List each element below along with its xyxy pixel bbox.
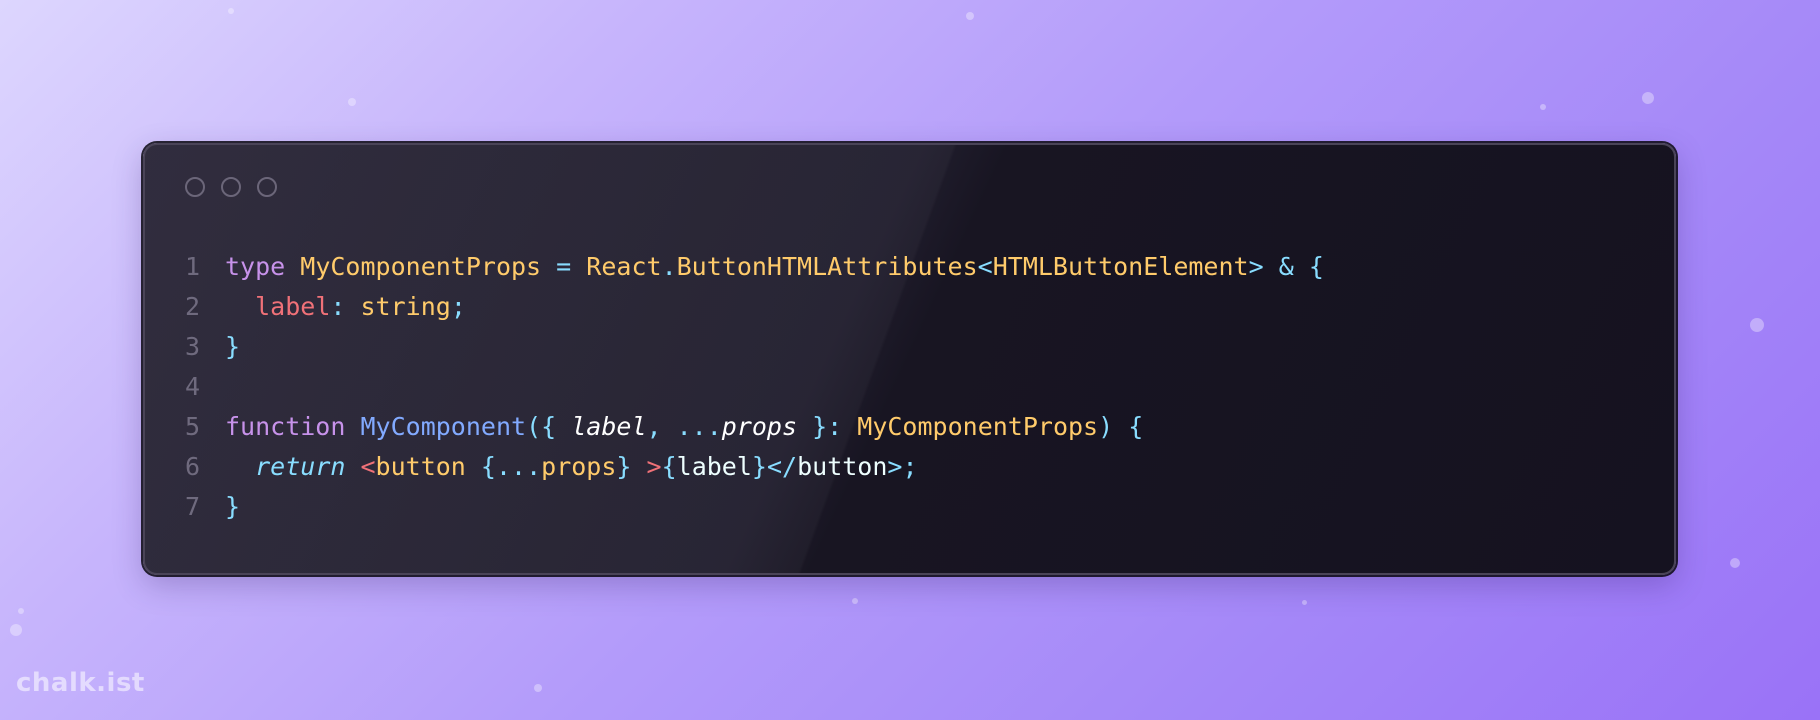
sparkle [852,598,858,604]
code-line: 5 function MyComponent({ label, ...props … [185,407,1324,447]
line-content: type MyComponentProps = React.ButtonHTML… [225,247,1324,287]
sparkle [534,684,542,692]
line-content: return <button {...props} >{label}</butt… [225,447,918,487]
code-token: = [556,252,572,281]
code-token: string [360,292,451,321]
code-token: HTMLButtonElement [992,252,1249,281]
code-token: ({ [526,412,557,441]
code-window: 1 type MyComponentProps = React.ButtonHTM… [143,143,1676,575]
line-number: 6 [185,452,201,481]
line-number: 4 [185,372,201,401]
code-token: ButtonHTMLAttributes [676,252,978,281]
code-token: ... [495,452,542,481]
code-token: & [1278,252,1294,281]
code-token: { [480,452,496,481]
sparkle [1750,318,1764,332]
code-token: > [887,452,903,481]
code-token: return [255,452,346,481]
code-token: , [646,412,662,441]
watermark-logo: chalk.ist [16,668,145,698]
code-token: button [797,452,888,481]
code-token: } [225,332,241,361]
code-token: React [586,252,662,281]
code-token: > [1248,252,1264,281]
code-token: label [571,412,647,441]
code-token: ; [450,292,466,321]
code-token: } [616,452,632,481]
code-token: function [225,412,346,441]
code-token: { [1128,412,1144,441]
sparkle [1642,92,1654,104]
code-token: } [751,452,767,481]
sparkle [18,608,24,614]
code-line: 3} [185,327,1324,367]
line-content: label: string; [225,287,466,327]
code-line: 6 return <button {...props} >{label}</bu… [185,447,1324,487]
window-control-dot[interactable] [221,177,241,197]
code-line: 2 label: string; [185,287,1324,327]
code-token: < [360,452,376,481]
code-token: props [721,412,798,441]
sparkle [1302,600,1307,605]
code-token: </ [766,452,798,481]
code-token: } [225,492,241,521]
code-token: }: [812,412,843,441]
code-token: ... [676,412,722,441]
code-token: MyComponentProps [857,412,1099,441]
sparkle [1730,558,1740,568]
window-control-dot[interactable] [257,177,277,197]
code-token: . [661,252,677,281]
sparkle [966,12,974,20]
code-line: 4 [185,367,1324,407]
code-line: 1 type MyComponentProps = React.ButtonHTM… [185,247,1324,287]
line-number: 5 [185,412,201,441]
code-line: 7} [185,487,1324,527]
code-token: button [375,452,466,481]
code-token: { [1308,252,1324,281]
line-content: function MyComponent({ label, ...props }… [225,407,1143,447]
code-token: MyComponent [360,412,527,441]
code-token: MyComponentProps [300,252,542,281]
line-number: 7 [185,492,201,521]
code-token: < [977,252,993,281]
line-content: } [225,487,240,527]
window-control-dot[interactable] [185,177,205,197]
line-number: 3 [185,332,201,361]
line-number: 2 [185,292,201,321]
sparkle [1540,104,1546,110]
code-token: { [661,452,677,481]
code-token: label [255,292,331,321]
code-token: : [330,292,346,321]
line-number: 1 [185,252,201,281]
code-token: ) [1098,412,1114,441]
window-controls [185,177,277,197]
code-token: props [541,452,617,481]
code-token: ; [902,452,918,481]
sparkle [348,98,356,106]
line-content: } [225,327,240,367]
code-token: label [676,452,752,481]
sparkle [228,8,234,14]
code-token: type [225,252,286,281]
sparkle [10,624,22,636]
code-block: 1 type MyComponentProps = React.ButtonHTM… [185,247,1324,527]
code-token: > [646,452,662,481]
